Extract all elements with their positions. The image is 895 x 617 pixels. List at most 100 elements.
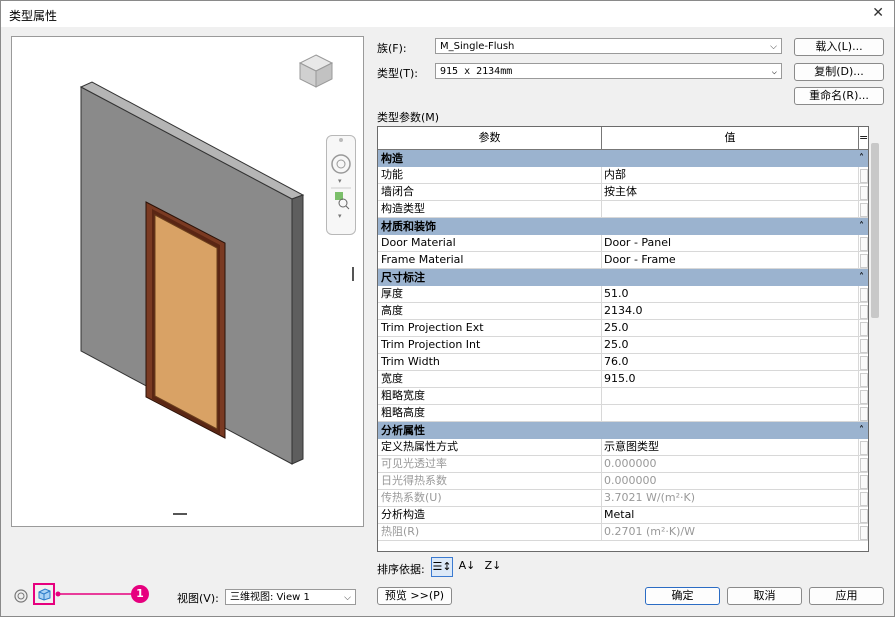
formula-cell[interactable] <box>860 407 868 421</box>
parameter-name: 功能 <box>381 168 403 181</box>
parameter-value[interactable]: 按主体 <box>604 184 637 200</box>
formula-cell[interactable] <box>860 390 868 404</box>
parameter-value[interactable]: 25.0 <box>604 320 629 336</box>
parameter-name: 墙闭合 <box>381 185 414 198</box>
group-title: 分析属性 <box>381 424 425 437</box>
parameter-row[interactable]: 定义热属性方式 示意图类型 <box>378 439 868 456</box>
formula-cell[interactable] <box>860 305 868 319</box>
steering-wheel-toggle-icon[interactable] <box>13 588 29 604</box>
parameter-row[interactable]: 功能 内部 <box>378 167 868 184</box>
formula-cell[interactable] <box>860 492 868 506</box>
parameter-row[interactable]: 宽度 915.0 <box>378 371 868 388</box>
duplicate-button[interactable]: 复制(D)... <box>794 63 884 81</box>
family-dropdown[interactable]: M_Single-Flush ⌵ <box>435 38 782 54</box>
formula-cell[interactable] <box>860 458 868 472</box>
formula-cell[interactable] <box>860 356 868 370</box>
parameter-name: Frame Material <box>381 253 464 266</box>
grid-scrollbar[interactable] <box>871 143 879 318</box>
preview-toggle-button[interactable]: 预览 >>(P) <box>377 587 452 605</box>
formula-cell[interactable] <box>860 339 868 353</box>
formula-cell[interactable] <box>860 441 868 455</box>
parameter-row[interactable]: Trim Projection Ext 25.0 <box>378 320 868 337</box>
group-title: 尺寸标注 <box>381 271 425 284</box>
rename-button[interactable]: 重命名(R)... <box>794 87 884 105</box>
sort-grouped-icon[interactable]: ☰↕ <box>431 557 453 577</box>
parameter-value[interactable]: 2134.0 <box>604 303 643 319</box>
ok-button[interactable]: 确定 <box>645 587 720 605</box>
parameter-row[interactable]: Door Material Door - Panel <box>378 235 868 252</box>
parameter-row[interactable]: 可见光透过率 0.000000 <box>378 456 868 473</box>
parameter-row[interactable]: Trim Width 76.0 <box>378 354 868 371</box>
column-header-formula[interactable]: = <box>859 127 868 149</box>
parameter-value[interactable]: 0.000000 <box>604 473 657 489</box>
column-header-value[interactable]: 值 <box>602 127 859 149</box>
parameter-row[interactable]: 日光得热系数 0.000000 <box>378 473 868 490</box>
parameter-name: 粗略高度 <box>381 406 425 419</box>
cancel-button[interactable]: 取消 <box>727 587 802 605</box>
parameter-row[interactable]: 分析构造 Metal <box>378 507 868 524</box>
parameter-value[interactable]: Door - Frame <box>604 252 676 268</box>
parameter-row[interactable]: Frame Material Door - Frame <box>378 252 868 269</box>
close-icon[interactable]: ✕ <box>872 5 884 21</box>
formula-cell[interactable] <box>860 288 868 302</box>
steering-wheel-icon[interactable] <box>331 154 351 174</box>
collapse-icon[interactable]: ˄ <box>859 422 864 439</box>
column-header-parameter[interactable]: 参数 <box>378 127 602 149</box>
chevron-down-icon: ⌵ <box>344 593 351 603</box>
parameter-row[interactable]: 厚度 51.0 <box>378 286 868 303</box>
parameter-value[interactable]: 25.0 <box>604 337 629 353</box>
parameter-row[interactable]: 构造类型 <box>378 201 868 218</box>
formula-cell[interactable] <box>860 475 868 489</box>
parameter-row[interactable]: Trim Projection Int 25.0 <box>378 337 868 354</box>
parameter-row[interactable]: 高度 2134.0 <box>378 303 868 320</box>
formula-cell[interactable] <box>860 373 868 387</box>
group-header[interactable]: 构造 ˄ <box>378 150 868 167</box>
parameter-row[interactable]: 粗略宽度 <box>378 388 868 405</box>
parameter-row[interactable]: 墙闭合 按主体 <box>378 184 868 201</box>
svg-text:▾: ▾ <box>338 212 342 220</box>
type-dropdown[interactable]: 915 x 2134mm ⌵ <box>435 63 782 79</box>
viewcube-icon[interactable] <box>296 51 336 91</box>
collapse-icon[interactable]: ˄ <box>859 218 864 235</box>
formula-cell[interactable] <box>860 322 868 336</box>
sort-descending-icon[interactable]: Z↓ <box>483 557 503 575</box>
preview-pane[interactable]: ▾ ▾ <box>11 36 364 527</box>
parameter-value[interactable]: 示意图类型 <box>604 439 659 455</box>
parameter-row[interactable]: 热阻(R) 0.2701 (m²·K)/W <box>378 524 868 541</box>
formula-cell[interactable] <box>860 186 868 200</box>
collapse-icon[interactable]: ˄ <box>859 150 864 167</box>
parameter-value[interactable]: 915.0 <box>604 371 636 387</box>
parameter-value[interactable]: 51.0 <box>604 286 629 302</box>
cube-3d-icon <box>38 588 51 601</box>
vertical-splitter[interactable] <box>352 267 354 281</box>
formula-cell[interactable] <box>860 509 868 523</box>
parameter-value[interactable]: 0.2701 (m²·K)/W <box>604 524 695 540</box>
sort-ascending-icon[interactable]: A↓ <box>457 557 477 575</box>
apply-button[interactable]: 应用 <box>809 587 884 605</box>
navigation-bar: ▾ ▾ <box>326 135 356 235</box>
parameter-value[interactable]: 3.7021 W/(m²·K) <box>604 490 695 506</box>
formula-cell[interactable] <box>860 254 868 268</box>
formula-cell[interactable] <box>860 237 868 251</box>
door-3d-preview <box>79 81 305 465</box>
formula-cell[interactable] <box>860 169 868 183</box>
parameter-value[interactable]: 76.0 <box>604 354 629 370</box>
load-button[interactable]: 载入(L)... <box>794 38 884 56</box>
formula-cell[interactable] <box>860 203 868 217</box>
parameter-name: 高度 <box>381 304 403 317</box>
horizontal-splitter[interactable] <box>173 513 187 515</box>
view-3d-toggle[interactable] <box>33 583 55 605</box>
parameter-value[interactable]: Metal <box>604 507 634 523</box>
group-header[interactable]: 分析属性 ˄ <box>378 422 868 439</box>
group-header[interactable]: 尺寸标注 ˄ <box>378 269 868 286</box>
group-header[interactable]: 材质和装饰 ˄ <box>378 218 868 235</box>
parameter-row[interactable]: 粗略高度 <box>378 405 868 422</box>
svg-text:▾: ▾ <box>338 177 342 185</box>
view-dropdown[interactable]: 三维视图: View 1 ⌵ <box>225 589 356 605</box>
parameter-value[interactable]: 内部 <box>604 167 626 183</box>
collapse-icon[interactable]: ˄ <box>859 269 864 286</box>
formula-cell[interactable] <box>860 526 868 540</box>
parameter-value[interactable]: Door - Panel <box>604 235 671 251</box>
parameter-value[interactable]: 0.000000 <box>604 456 657 472</box>
parameter-row[interactable]: 传热系数(U) 3.7021 W/(m²·K) <box>378 490 868 507</box>
